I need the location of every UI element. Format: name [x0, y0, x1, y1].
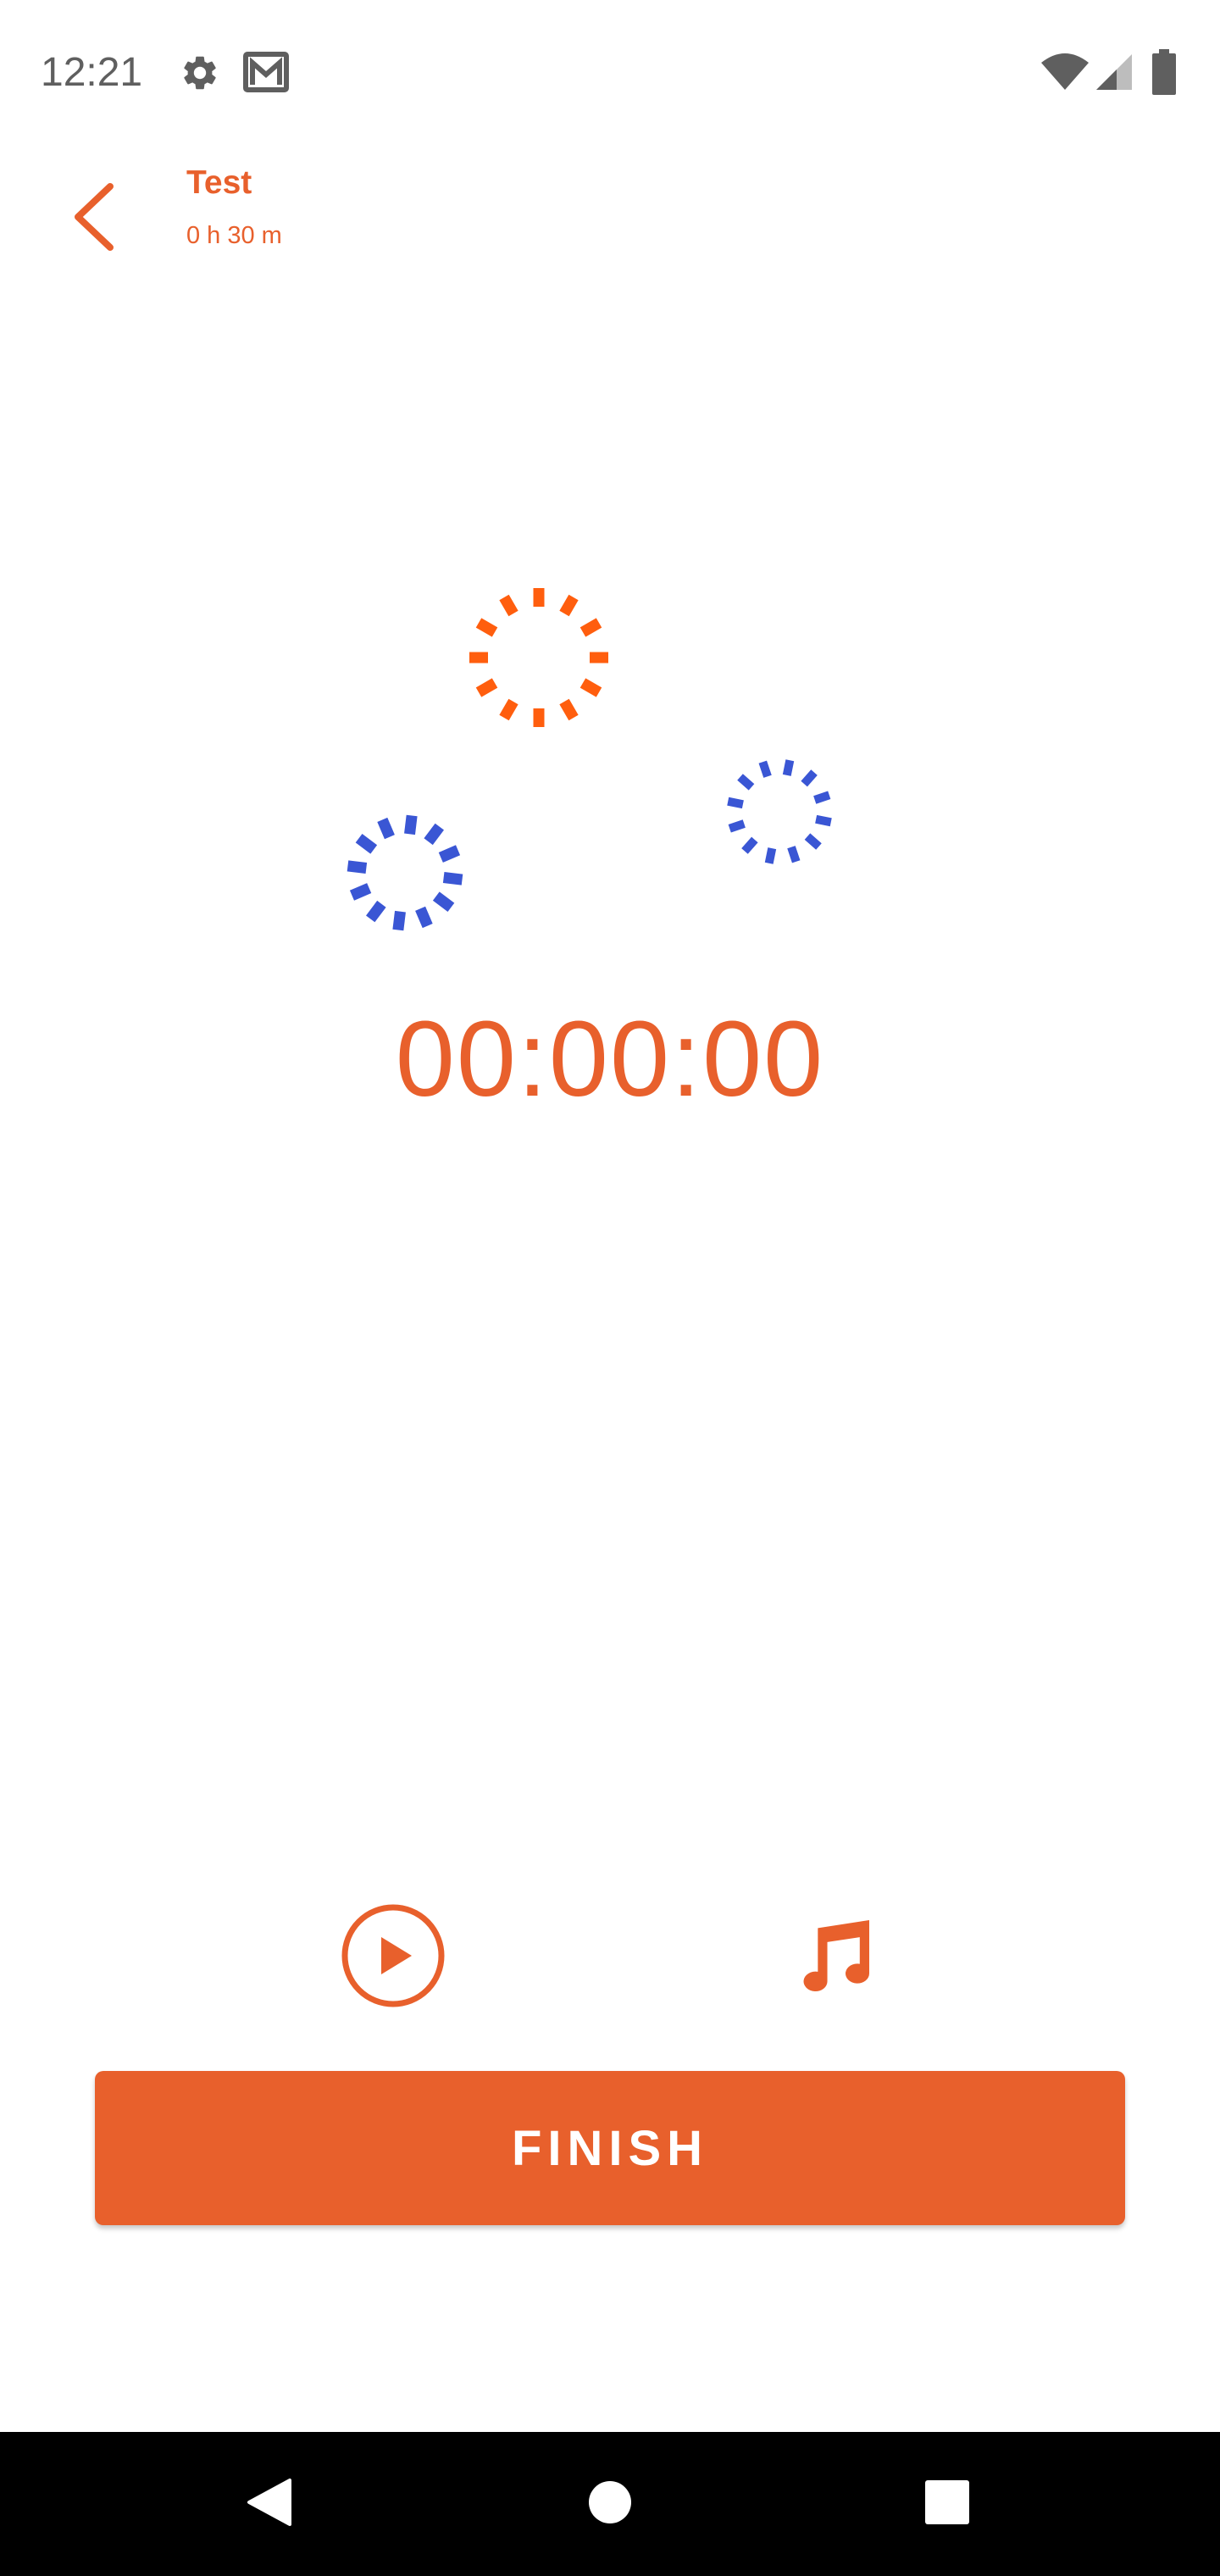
spinner-tick [355, 833, 378, 854]
battery-icon [1152, 49, 1176, 99]
home-circle-icon [588, 2480, 632, 2529]
back-button[interactable] [51, 168, 136, 269]
blue-spinner-small-icon [727, 759, 832, 864]
meditation-timer-screen: 12:21 Test 0 h 30 m 00:00:00 FINISH [0, 0, 1220, 2576]
spinner-tick [801, 769, 818, 787]
spinner-tick [377, 817, 395, 840]
play-circle-icon [341, 1903, 446, 2012]
chevron-left-icon [68, 181, 119, 257]
spinner-tick [392, 910, 406, 931]
cell-signal-icon [1095, 53, 1134, 96]
spinner-tick [432, 891, 455, 913]
timer-display: 00:00:00 [395, 999, 825, 1119]
spinner-tick [813, 791, 831, 804]
spinner-tick [499, 698, 518, 721]
spinner-tick [737, 774, 755, 791]
gmail-icon [242, 51, 290, 97]
wifi-icon [1040, 53, 1090, 96]
spinner-tick [758, 760, 772, 778]
page-subtitle: 0 h 30 m [186, 222, 282, 249]
spinner-tick [764, 847, 777, 864]
breathing-animation [0, 542, 1220, 983]
spinner-tick [727, 797, 744, 809]
spinner-tick [559, 698, 579, 721]
music-button[interactable] [774, 1898, 893, 2017]
nav-back-button[interactable] [185, 2432, 354, 2576]
spinner-tick [347, 860, 368, 874]
spinner-tick [787, 846, 801, 863]
spinner-tick [349, 883, 372, 901]
play-button[interactable] [334, 1898, 452, 2017]
blue-spinner-large-icon [347, 814, 463, 931]
music-note-icon [786, 1908, 881, 2007]
spinner-tick [559, 594, 579, 617]
spinner-tick [804, 833, 822, 850]
spinner-tick [728, 819, 746, 833]
finish-button[interactable]: FINISH [95, 2071, 1125, 2225]
system-nav-bar [0, 2432, 1220, 2576]
settings-icon [180, 53, 220, 97]
status-bar: 12:21 [0, 0, 1220, 144]
spinner-tick [442, 872, 463, 886]
spinner-tick [475, 618, 498, 637]
spinner-tick [424, 823, 445, 846]
nav-recents-button[interactable] [862, 2432, 1032, 2576]
spinner-tick [815, 814, 832, 827]
spinner-tick [580, 618, 602, 637]
nav-home-button[interactable] [525, 2432, 695, 2576]
spinner-tick [741, 836, 758, 854]
spinner-tick [782, 759, 795, 776]
spinner-tick [404, 814, 418, 836]
spinner-tick [499, 594, 518, 617]
app-header: Test 0 h 30 m [0, 144, 1220, 297]
status-time: 12:21 [41, 50, 143, 95]
recents-square-icon [925, 2479, 969, 2529]
spinner-tick [580, 678, 602, 697]
spinner-tick [415, 906, 433, 929]
spinner-tick [365, 900, 386, 923]
page-title: Test [186, 164, 252, 201]
back-triangle-icon [246, 2477, 293, 2532]
spinner-tick [438, 845, 461, 863]
spinner-tick [475, 678, 498, 697]
orange-spinner-icon [469, 588, 608, 727]
